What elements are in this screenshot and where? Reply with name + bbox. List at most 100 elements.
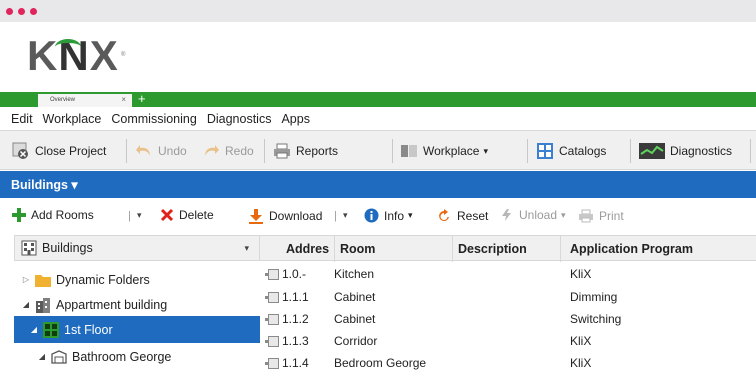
- table-row[interactable]: 1.1.1 Cabinet Dimming: [260, 287, 756, 308]
- device-icon: [265, 314, 279, 325]
- table-row[interactable]: 1.1.4 Bedroom George KliX: [260, 353, 756, 374]
- redo-button[interactable]: Redo: [202, 138, 254, 164]
- column-divider[interactable]: [334, 236, 335, 262]
- cell-room: Cabinet: [334, 312, 376, 326]
- reset-button[interactable]: Reset: [436, 208, 488, 224]
- tree-item-1st-floor[interactable]: ◢ 1st Floor: [14, 316, 260, 343]
- registered-mark: ®: [121, 52, 126, 58]
- menu-workplace[interactable]: Workplace: [43, 112, 102, 126]
- menu-apps[interactable]: Apps: [281, 112, 310, 126]
- download-chevron-icon[interactable]: ▾: [343, 210, 348, 221]
- workplace-dropdown-button[interactable]: Workplace ▾: [400, 138, 488, 164]
- undo-icon: [135, 142, 153, 160]
- cell-application-program: KliX: [570, 334, 592, 348]
- menu-commissioning[interactable]: Commissioning: [111, 112, 196, 126]
- close-project-button[interactable]: Close Project: [12, 138, 106, 164]
- maximize-window-icon[interactable]: [30, 8, 37, 15]
- collapse-arrow-icon[interactable]: ◢: [36, 352, 48, 361]
- diagnostics-button[interactable]: Diagnostics: [639, 138, 732, 164]
- cell-room: Kitchen: [334, 267, 375, 281]
- download-icon: [248, 208, 264, 224]
- column-divider[interactable]: [560, 236, 561, 262]
- room-icon: [51, 349, 67, 364]
- print-button[interactable]: Print: [578, 208, 624, 224]
- unload-icon: [500, 208, 514, 222]
- folder-icon: [35, 273, 51, 287]
- info-button[interactable]: Info ▾: [364, 208, 413, 223]
- close-window-icon[interactable]: [6, 8, 13, 15]
- catalogs-button[interactable]: Catalogs: [536, 138, 606, 164]
- cell-address: 1.1.3: [282, 334, 309, 348]
- column-header-address[interactable]: Addres: [286, 242, 329, 256]
- cell-address: 1.1.4: [282, 356, 309, 370]
- tree-item-appartment-building[interactable]: ◢ Appartment building: [14, 291, 260, 318]
- cell-application-program: Switching: [570, 312, 622, 326]
- cell-application-program: KliX: [570, 267, 592, 281]
- buildings-panel-header[interactable]: Buildings ▾: [0, 171, 756, 198]
- download-button[interactable]: Download: [248, 208, 322, 224]
- toolbar-separator: [392, 139, 393, 163]
- action-bar: Add Rooms | ▾ Delete Download | ▾ Info ▾…: [0, 198, 756, 235]
- window-titlebar: [0, 0, 756, 22]
- redo-icon: [202, 142, 220, 160]
- undo-button[interactable]: Undo: [135, 138, 187, 164]
- plus-icon: [12, 208, 26, 222]
- device-icon: [265, 358, 279, 369]
- device-icon: [265, 269, 279, 280]
- knx-logo-arc: [55, 39, 81, 55]
- minimize-window-icon[interactable]: [18, 8, 25, 15]
- toolbar-separator: [750, 139, 751, 163]
- cell-address: 1.1.2: [282, 312, 309, 326]
- table-row[interactable]: 1.1.2 Cabinet Switching: [260, 309, 756, 330]
- workplace-icon: [400, 142, 418, 160]
- table-row[interactable]: 1.1.3 Corridor KliX: [260, 331, 756, 352]
- reset-icon: [436, 208, 452, 224]
- main-toolbar: Close Project Undo Redo Reports Workplac…: [0, 130, 756, 170]
- collapse-arrow-icon[interactable]: ◢: [28, 325, 40, 334]
- building-icon: [35, 297, 51, 313]
- tab-overview[interactable]: Overview ×: [38, 94, 132, 107]
- add-rooms-button[interactable]: Add Rooms: [12, 208, 94, 222]
- menu-diagnostics[interactable]: Diagnostics: [207, 112, 272, 126]
- collapse-arrow-icon[interactable]: ◢: [20, 300, 32, 309]
- split-separator: |: [334, 210, 337, 222]
- split-separator: |: [128, 210, 131, 222]
- buildings-tree-panel: Buildings ▾ ▷ Dynamic Folders ◢ Appartme…: [14, 235, 260, 378]
- cell-address: 1.1.1: [282, 290, 309, 304]
- cell-address: 1.0.-: [282, 267, 307, 281]
- devices-grid: Addres Room Description Application Prog…: [260, 235, 756, 378]
- printer-icon: [273, 142, 291, 160]
- expand-arrow-icon[interactable]: ▷: [20, 275, 32, 284]
- add-rooms-chevron-icon[interactable]: ▾: [137, 210, 142, 221]
- cell-room: Cabinet: [334, 290, 376, 304]
- cell-room: Bedroom George: [334, 356, 427, 370]
- delete-x-icon: [160, 208, 174, 222]
- chevron-down-icon: ▾: [408, 210, 413, 220]
- unload-button[interactable]: Unload ▾: [500, 208, 566, 222]
- diagnostics-icon: [639, 142, 665, 160]
- tree-item-dynamic-folders[interactable]: ▷ Dynamic Folders: [14, 266, 260, 293]
- tree-view-selector[interactable]: Buildings ▾: [14, 235, 260, 261]
- toolbar-separator: [126, 139, 127, 163]
- catalog-icon: [536, 142, 554, 160]
- info-icon: [364, 208, 379, 223]
- column-header-application-program[interactable]: Application Program: [570, 242, 693, 256]
- close-project-icon: [12, 142, 30, 160]
- column-divider[interactable]: [452, 236, 453, 262]
- close-tab-icon[interactable]: ×: [121, 95, 126, 104]
- chevron-down-icon: ▾: [561, 209, 566, 220]
- tree-item-bathroom-george[interactable]: ◢ Bathroom George: [14, 343, 260, 370]
- chevron-down-icon: ▾: [483, 145, 488, 156]
- column-header-description[interactable]: Description: [458, 242, 527, 256]
- table-row[interactable]: 1.0.- Kitchen KliX: [260, 264, 756, 285]
- toolbar-separator: [527, 139, 528, 163]
- delete-button[interactable]: Delete: [160, 208, 214, 222]
- cell-application-program: Dimming: [570, 290, 618, 304]
- menu-edit[interactable]: Edit: [11, 112, 33, 126]
- buildings-icon: [21, 240, 37, 256]
- new-tab-icon[interactable]: +: [138, 91, 146, 106]
- menu-bar: Edit Workplace Commissioning Diagnostics…: [0, 107, 756, 130]
- reports-button[interactable]: Reports: [273, 138, 338, 164]
- column-header-room[interactable]: Room: [340, 242, 375, 256]
- device-icon: [265, 292, 279, 303]
